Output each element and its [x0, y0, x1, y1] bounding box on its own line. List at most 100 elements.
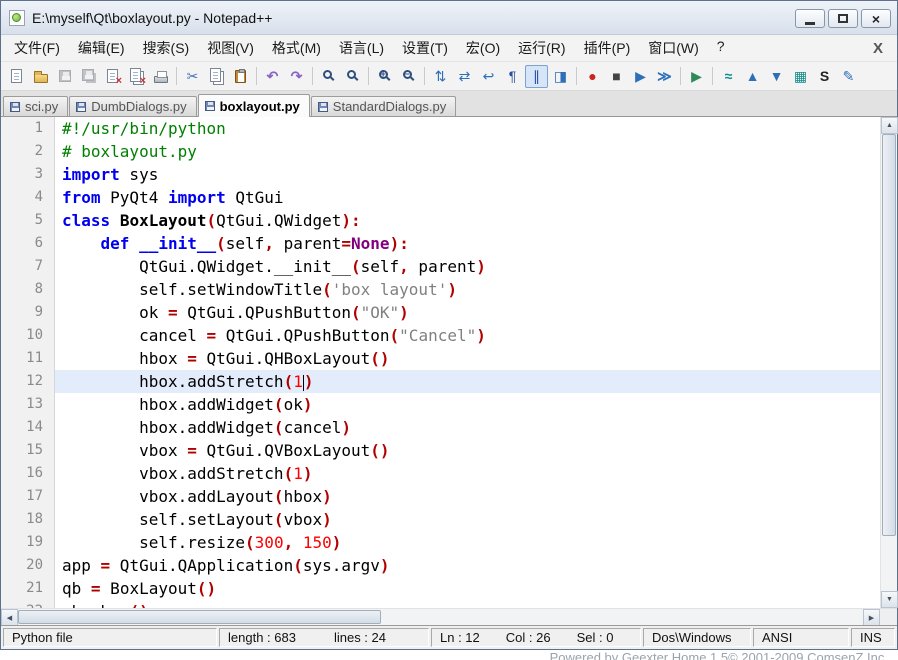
new-file-button[interactable] — [5, 65, 28, 88]
plugin-grid-button[interactable]: ▦ — [789, 65, 812, 88]
redo-button[interactable]: ↷ — [285, 65, 308, 88]
menu-item-edit[interactable]: 编辑(E) — [69, 34, 134, 62]
scroll-down-button[interactable]: ▼ — [881, 591, 898, 608]
code-line[interactable]: from PyQt4 import QtGui — [55, 186, 880, 209]
editor-text-area[interactable]: 1#!/usr/bin/python2# boxlayout.py3import… — [1, 117, 880, 608]
word-wrap-button[interactable]: ↩ — [477, 65, 500, 88]
plugin-pen-button[interactable]: ✎ — [837, 65, 860, 88]
undo-button[interactable]: ↶ — [261, 65, 284, 88]
code-token: hbox.addWidget — [62, 418, 274, 437]
tab-sci.py[interactable]: sci.py — [3, 96, 68, 116]
sync-vertical-scroll-button[interactable]: ⇅ — [429, 65, 452, 88]
menu-item-search[interactable]: 搜索(S) — [134, 34, 199, 62]
vertical-scrollbar[interactable]: ▲ ▼ — [880, 117, 897, 608]
menu-item-view[interactable]: 视图(V) — [198, 34, 263, 62]
replace-button[interactable] — [341, 65, 364, 88]
horizontal-scroll-track[interactable] — [18, 609, 863, 625]
plugin-zigzag-button[interactable]: ≈ — [717, 65, 740, 88]
menu-item-language[interactable]: 语言(L) — [330, 34, 393, 62]
close-file-button[interactable]: × — [101, 65, 124, 88]
cut-button[interactable]: ✂ — [181, 65, 204, 88]
copy-button[interactable] — [205, 65, 228, 88]
maximize-button[interactable] — [828, 9, 858, 28]
show-all-characters-button[interactable]: ¶ — [501, 65, 524, 88]
zoom-in-button[interactable] — [373, 65, 396, 88]
menu-item-macro[interactable]: 宏(O) — [457, 34, 509, 62]
show-indent-guide-button[interactable]: ∥ — [525, 65, 548, 88]
scroll-left-button[interactable]: ◀ — [1, 609, 18, 626]
notepadpp-app-icon[interactable] — [9, 10, 25, 26]
macro-record-button[interactable]: ● — [581, 65, 604, 88]
plugin-s-button[interactable]: S — [813, 65, 836, 88]
menu-item-plugins[interactable]: 插件(P) — [575, 34, 640, 62]
scroll-right-button[interactable]: ▶ — [863, 609, 880, 626]
code-line[interactable]: #!/usr/bin/python — [55, 117, 880, 140]
code-line[interactable]: qb = BoxLayout() — [55, 577, 880, 600]
code-line[interactable]: hbox = QtGui.QHBoxLayout() — [55, 347, 880, 370]
code-line[interactable]: hbox.addStretch(1) — [55, 370, 880, 393]
open-file-icon — [34, 74, 48, 83]
close-button[interactable]: × — [861, 9, 891, 28]
zoom-out-button[interactable] — [397, 65, 420, 88]
print-button[interactable] — [149, 65, 172, 88]
vertical-scroll-track[interactable] — [881, 134, 897, 591]
code-token — [110, 211, 120, 230]
code-line[interactable]: vbox.addLayout(hbox) — [55, 485, 880, 508]
code-line[interactable]: ok = QtGui.QPushButton("OK") — [55, 301, 880, 324]
tab-DumbDialogs.py[interactable]: DumbDialogs.py — [69, 96, 196, 116]
code-line[interactable]: self.setLayout(vbox) — [55, 508, 880, 531]
menu-item-file[interactable]: 文件(F) — [5, 34, 69, 62]
tab-boxlayout.py[interactable]: boxlayout.py — [198, 94, 310, 117]
code-line[interactable]: # boxlayout.py — [55, 140, 880, 163]
menu-item-format[interactable]: 格式(M) — [263, 34, 330, 62]
scroll-up-button[interactable]: ▲ — [881, 117, 898, 134]
sync-horizontal-scroll-button[interactable]: ⇄ — [453, 65, 476, 88]
save-file-button[interactable] — [53, 65, 76, 88]
run-button[interactable]: ▶ — [685, 65, 708, 88]
code-line[interactable]: self.resize(300, 150) — [55, 531, 880, 554]
macro-run-multiple-icon: ≫ — [657, 69, 672, 83]
menu-item-help[interactable]: ? — [708, 34, 734, 62]
code-token: None — [351, 234, 390, 253]
line-number: 11 — [1, 347, 55, 370]
code-line[interactable]: app = QtGui.QApplication(sys.argv) — [55, 554, 880, 577]
code-line[interactable]: class BoxLayout(QtGui.QWidget): — [55, 209, 880, 232]
user-defined-dialog-button[interactable]: ◨ — [549, 65, 572, 88]
horizontal-scrollbar[interactable]: ◀ ▶ — [1, 608, 897, 625]
minimize-button[interactable] — [795, 9, 825, 28]
horizontal-scroll-thumb[interactable] — [18, 610, 381, 624]
titlebar[interactable]: E:\myself\Qt\boxlayout.py - Notepad++ × — [1, 1, 897, 35]
paste-button[interactable] — [229, 65, 252, 88]
menubar-close-document-button[interactable]: X — [863, 40, 893, 57]
macro-run-multiple-button[interactable]: ≫ — [653, 65, 676, 88]
plugin-triangle-down-button[interactable]: ▼ — [765, 65, 788, 88]
close-all-button[interactable]: × — [125, 65, 148, 88]
saved-file-icon — [205, 101, 215, 111]
code-line[interactable]: QtGui.QWidget.__init__(self, parent) — [55, 255, 880, 278]
plugin-triangle-up-button[interactable]: ▲ — [741, 65, 764, 88]
code-line[interactable]: vbox.addStretch(1) — [55, 462, 880, 485]
code-line[interactable]: cancel = QtGui.QPushButton("Cancel") — [55, 324, 880, 347]
code-token: vbox.addLayout — [62, 487, 274, 506]
code-token: QtGui.QPushButton — [216, 326, 389, 345]
code-line[interactable]: self.setWindowTitle('box layout') — [55, 278, 880, 301]
open-file-button[interactable] — [29, 65, 52, 88]
code-line[interactable]: hbox.addWidget(ok) — [55, 393, 880, 416]
editor-line: 17 vbox.addLayout(hbox) — [1, 485, 880, 508]
menu-item-window[interactable]: 窗口(W) — [639, 34, 708, 62]
macro-play-button[interactable]: ▶ — [629, 65, 652, 88]
code-token: ) — [476, 257, 486, 276]
code-line[interactable]: def __init__(self, parent=None): — [55, 232, 880, 255]
code-line[interactable]: vbox = QtGui.QVBoxLayout() — [55, 439, 880, 462]
find-button[interactable] — [317, 65, 340, 88]
code-line[interactable]: import sys — [55, 163, 880, 186]
menu-item-run[interactable]: 运行(R) — [509, 34, 574, 62]
vertical-scroll-thumb[interactable] — [882, 134, 896, 536]
code-line[interactable]: hbox.addWidget(cancel) — [55, 416, 880, 439]
save-all-button[interactable] — [77, 65, 100, 88]
menu-item-settings[interactable]: 设置(T) — [393, 34, 457, 62]
macro-stop-button[interactable]: ■ — [605, 65, 628, 88]
code-line[interactable]: qb.show() — [55, 600, 880, 608]
tab-StandardDialogs.py[interactable]: StandardDialogs.py — [311, 96, 456, 116]
code-token: ( — [245, 533, 255, 552]
